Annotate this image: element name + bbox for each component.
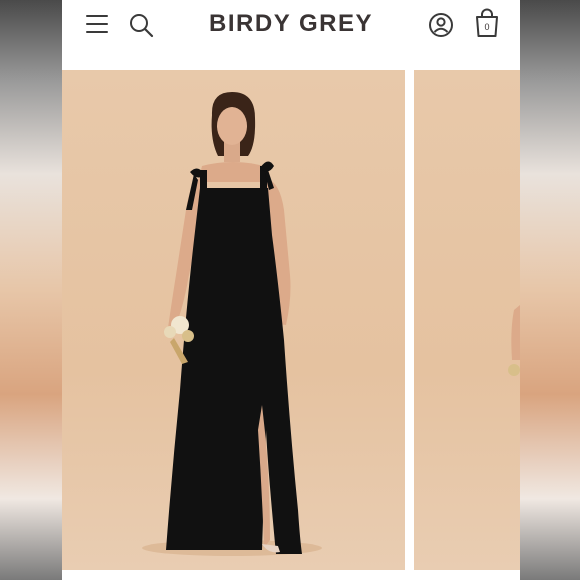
phone-screen: BIRDY GREY 0 bbox=[62, 0, 520, 580]
model-black-gown-image bbox=[142, 92, 322, 556]
product-image-main[interactable] bbox=[62, 70, 405, 570]
blurred-background-left bbox=[0, 0, 62, 580]
account-icon[interactable] bbox=[428, 12, 454, 38]
blurred-background-right bbox=[520, 0, 580, 580]
shopping-bag-icon[interactable]: 0 bbox=[473, 8, 501, 38]
site-header: BIRDY GREY 0 bbox=[62, 0, 520, 68]
product-image-carousel[interactable] bbox=[62, 68, 520, 580]
cart-count: 0 bbox=[484, 22, 490, 32]
product-image-next[interactable] bbox=[414, 70, 520, 570]
hamburger-menu-icon[interactable] bbox=[86, 15, 108, 33]
model-black-gown-image-partial bbox=[508, 305, 520, 376]
search-icon[interactable] bbox=[128, 12, 154, 38]
bottom-edge bbox=[62, 572, 520, 580]
